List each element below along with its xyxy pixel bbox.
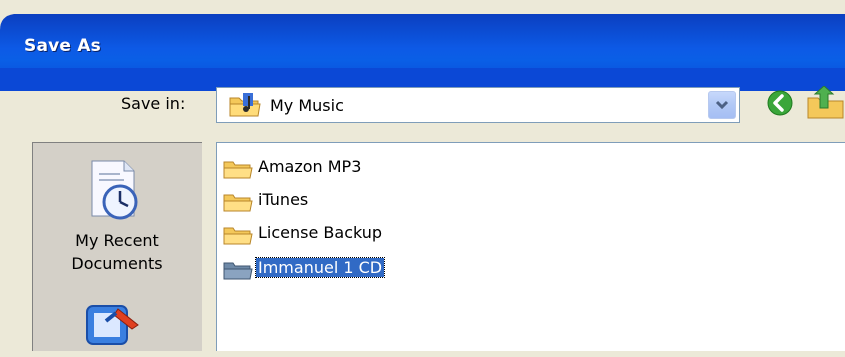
place-label-line1: My Recent — [75, 231, 159, 250]
chevron-down-icon — [715, 100, 729, 110]
places-bar: My Recent Documents — [32, 142, 202, 351]
music-folder-icon — [229, 92, 261, 122]
save-in-value: My Music — [270, 96, 344, 115]
folder-icon — [223, 159, 253, 183]
file-name: iTunes — [258, 190, 309, 209]
green-back-arrow-icon — [767, 90, 793, 116]
file-name: License Backup — [258, 223, 383, 242]
file-list[interactable]: Amazon MP3 iTunes License Backup Immanue… — [216, 142, 845, 351]
window-title: Save As — [24, 36, 101, 56]
file-name: Immanuel 1 CD — [254, 257, 386, 278]
folder-icon — [223, 260, 253, 284]
back-button[interactable] — [767, 90, 793, 120]
folder-icon — [223, 192, 253, 216]
save-in-label: Save in: — [121, 94, 186, 113]
save-in-combobox[interactable]: My Music — [216, 87, 740, 123]
title-bar[interactable]: Save As — [0, 0, 845, 91]
folder-icon — [223, 225, 253, 249]
up-one-level-button[interactable] — [806, 85, 845, 124]
folder-up-icon — [807, 85, 844, 119]
recent-documents-icon — [80, 158, 150, 227]
desktop-icon — [82, 303, 146, 357]
file-name: Amazon MP3 — [258, 157, 362, 176]
place-label-line2: Documents — [71, 254, 163, 273]
place-my-recent-documents[interactable]: My Recent Documents — [33, 143, 201, 288]
dropdown-button[interactable] — [708, 91, 736, 119]
